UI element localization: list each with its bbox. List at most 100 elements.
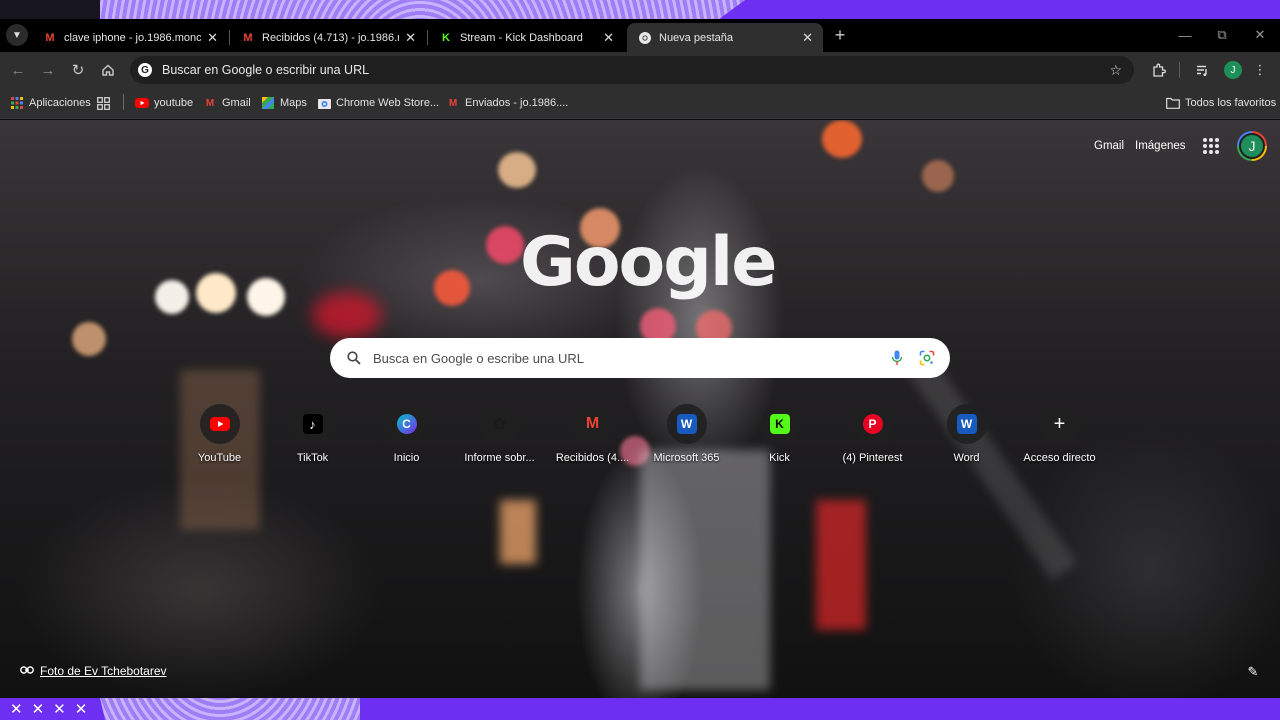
- shortcut-label: Recibidos (4....: [555, 452, 630, 464]
- menu-button[interactable]: ⋮: [1250, 60, 1270, 80]
- folder-icon: [1166, 96, 1180, 110]
- media-control-button[interactable]: [1192, 60, 1212, 80]
- restore-button[interactable]: ⧉: [1212, 24, 1232, 46]
- bookmark-gmail[interactable]: M Gmail: [203, 95, 251, 111]
- microphone-icon[interactable]: [888, 349, 906, 367]
- close-icon[interactable]: ✕: [603, 30, 614, 46]
- arrow-right-icon: →: [40, 61, 56, 79]
- new-tab-page: Gmail Imágenes J Google Busca en Google …: [0, 120, 1280, 698]
- shortcut-inicio[interactable]: C Inicio: [360, 404, 453, 476]
- screen: ▼ M clave iphone - jo.1986.monca@gmail.c…: [0, 0, 1280, 720]
- home-button[interactable]: [96, 58, 120, 82]
- plus-icon: +: [1053, 412, 1066, 435]
- bookmark-all-favorites[interactable]: Todos los favoritos: [1166, 95, 1276, 111]
- bookmark-apps[interactable]: Aplicaciones: [10, 95, 91, 111]
- google-icon: G: [138, 63, 152, 77]
- back-button[interactable]: ←: [6, 58, 30, 82]
- star-icon[interactable]: ☆: [1109, 62, 1122, 79]
- kick-icon: K: [769, 414, 790, 434]
- google-lens-icon[interactable]: [918, 349, 936, 367]
- bookmark-enviados[interactable]: M Enviados - jo.1986....: [446, 95, 569, 111]
- bookmark-chrome-web-store[interactable]: Chrome Web Store...: [317, 95, 439, 111]
- shortcut-kick[interactable]: K Kick: [733, 404, 826, 476]
- pinterest-icon: P: [862, 414, 883, 434]
- shortcut-word[interactable]: W Word: [920, 404, 1013, 476]
- google-apps-icon[interactable]: [1203, 138, 1219, 154]
- close-icon[interactable]: ✕: [207, 30, 218, 46]
- search-placeholder: Busca en Google o escribe una URL: [373, 350, 585, 366]
- shortcut-youtube[interactable]: YouTube: [173, 404, 266, 476]
- tab-gmail-clave[interactable]: M clave iphone - jo.1986.monca@gmail.com…: [32, 23, 228, 52]
- gmail-icon: M: [45, 31, 55, 44]
- reload-button[interactable]: ↻: [66, 58, 90, 82]
- close-icon[interactable]: ✕: [405, 30, 416, 46]
- bookmarks-bar: Aplicaciones youtube M Gmail Maps Chrome…: [0, 88, 1280, 119]
- gmail-icon: M: [205, 97, 215, 109]
- search-box[interactable]: Busca en Google o escribe una URL: [330, 338, 950, 378]
- tiktok-icon: ♪: [302, 414, 323, 434]
- minimize-button[interactable]: —: [1175, 24, 1195, 46]
- bookmark-youtube[interactable]: youtube: [135, 95, 193, 111]
- tab-title: Nueva pestaña: [659, 31, 733, 44]
- extensions-button[interactable]: [1148, 60, 1168, 80]
- puzzle-icon: [1152, 63, 1166, 77]
- restore-icon: ⧉: [1217, 27, 1227, 42]
- bookmark-maps[interactable]: Maps: [261, 95, 307, 111]
- tab-title: Recibidos (4.713) - jo.1986.monca@gmail.…: [262, 31, 399, 44]
- bookmark-label: Aplicaciones: [29, 97, 91, 109]
- close-icon[interactable]: ✕: [802, 30, 813, 46]
- profile-button[interactable]: J: [1224, 61, 1242, 79]
- tab-new-tab[interactable]: Nueva pestaña ✕: [627, 23, 823, 52]
- tab-strip: ▼ M clave iphone - jo.1986.monca@gmail.c…: [0, 19, 1280, 52]
- address-bar-text: Buscar en Google o escribir una URL: [162, 63, 370, 77]
- customize-button[interactable]: ✎: [1244, 663, 1262, 681]
- gmail-icon: M: [243, 31, 253, 44]
- photo-credit-link[interactable]: Foto de Ev Tchebotarev: [20, 663, 167, 679]
- forward-button[interactable]: →: [36, 58, 60, 82]
- maps-icon: [261, 96, 275, 110]
- account-avatar[interactable]: J: [1237, 131, 1267, 161]
- kick-icon: K: [442, 31, 450, 44]
- apps-grid-icon: [10, 96, 24, 110]
- shortcut-label: TikTok: [296, 452, 329, 464]
- tab-groups-icon: [96, 96, 110, 110]
- youtube-icon: [135, 96, 149, 110]
- toolbar: ← → ↻ G Buscar en Google o escribir una …: [0, 52, 1280, 88]
- tab-search-button[interactable]: ▼: [6, 24, 28, 46]
- bookmark-label: Chrome Web Store...: [336, 97, 440, 109]
- avatar-letter: J: [1239, 133, 1265, 159]
- webstore-icon: [317, 96, 331, 110]
- home-icon: [102, 64, 114, 76]
- canva-icon: C: [396, 414, 417, 434]
- shortcut-label: YouTube: [197, 452, 242, 464]
- shortcut-informe[interactable]: ✿ Informe sobr...: [453, 404, 546, 476]
- bookmark-tab-groups[interactable]: [96, 95, 115, 111]
- link-icon: [20, 664, 34, 678]
- new-tab-button[interactable]: +: [830, 24, 850, 46]
- shortcut-tiktok[interactable]: ♪ TikTok: [266, 404, 359, 476]
- shortcut-pinterest[interactable]: P (4) Pinterest: [826, 404, 919, 476]
- shortcut-label: Acceso directo: [1023, 452, 1096, 464]
- gmail-icon: M: [448, 97, 458, 109]
- pencil-icon: ✎: [1247, 664, 1259, 679]
- address-bar[interactable]: G Buscar en Google o escribir una URL ☆: [130, 56, 1134, 84]
- close-window-button[interactable]: ✕: [1250, 24, 1270, 46]
- shortcut-add[interactable]: + Acceso directo: [1013, 404, 1106, 476]
- tab-title: Stream - Kick Dashboard: [460, 31, 583, 44]
- tab-kick-dashboard[interactable]: K Stream - Kick Dashboard ✕: [428, 23, 624, 52]
- cross-marks: ✕ ✕ ✕ ✕: [10, 701, 88, 718]
- shortcut-recibidos[interactable]: M Recibidos (4....: [546, 404, 639, 476]
- shortcut-microsoft-365[interactable]: W Microsoft 365: [640, 404, 733, 476]
- playlist-icon: [1196, 65, 1207, 76]
- bookmark-label: youtube: [154, 97, 194, 109]
- tab-title: clave iphone - jo.1986.monca@gmail.com: [64, 31, 202, 44]
- shortcuts-grid: YouTube ♪ TikTok C Inicio ✿ Informe sobr…: [173, 404, 1107, 476]
- bookmark-label: Todos los favoritos: [1185, 97, 1277, 109]
- tab-gmail-recibidos[interactable]: M Recibidos (4.713) - jo.1986.monca@gmai…: [230, 23, 426, 52]
- images-link[interactable]: Imágenes: [1135, 140, 1186, 152]
- shortcut-label: Word: [953, 452, 980, 464]
- close-icon: ✕: [1254, 27, 1266, 42]
- bookmark-label: Maps: [280, 97, 307, 109]
- shortcut-label: Microsoft 365: [653, 452, 720, 464]
- gmail-link[interactable]: Gmail: [1094, 140, 1124, 152]
